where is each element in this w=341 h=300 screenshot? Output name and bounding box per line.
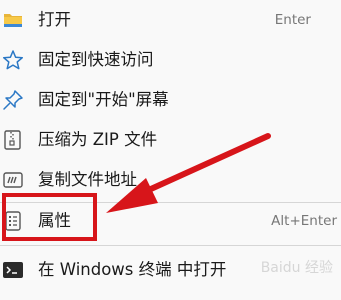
star-icon bbox=[2, 50, 24, 70]
menu-item-pin-quick-access[interactable]: 固定到快速访问 bbox=[0, 42, 341, 78]
menu-item-label: 在 Windows 终端 中打开 bbox=[38, 260, 227, 279]
menu-item-shortcut: Alt+Enter bbox=[271, 213, 337, 229]
menu-item-label: 固定到快速访问 bbox=[38, 50, 154, 69]
annotation-highlight-box bbox=[2, 193, 97, 241]
menu-item-shortcut: Enter bbox=[274, 12, 311, 28]
copy-path-icon bbox=[3, 172, 23, 188]
terminal-icon bbox=[3, 262, 23, 278]
folder-icon bbox=[4, 14, 22, 27]
menu-item-label: 压缩为 ZIP 文件 bbox=[38, 130, 158, 149]
context-menu: 打开 Enter 固定到快速访问 固定到"开始"屏幕 压缩为 ZIP 文件 复制… bbox=[0, 0, 341, 300]
menu-separator bbox=[0, 245, 341, 246]
pin-icon bbox=[3, 90, 23, 110]
menu-item-label: 打开 bbox=[38, 10, 71, 29]
zip-icon bbox=[4, 130, 21, 150]
menu-item-open[interactable]: 打开 Enter bbox=[0, 2, 341, 38]
menu-item-pin-start[interactable]: 固定到"开始"屏幕 bbox=[0, 82, 341, 118]
menu-item-compress-zip[interactable]: 压缩为 ZIP 文件 bbox=[0, 122, 341, 158]
watermark: Baidu 经验 bbox=[260, 260, 333, 276]
menu-item-label: 固定到"开始"屏幕 bbox=[38, 90, 169, 109]
